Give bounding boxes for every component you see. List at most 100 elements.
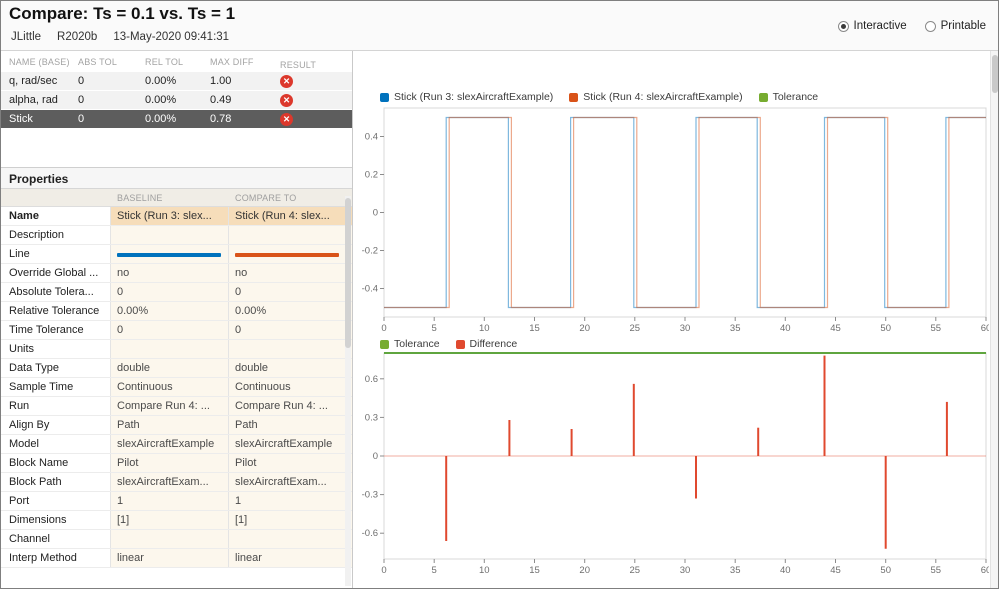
property-label: Relative Tolerance [1,302,111,320]
property-row-block-name: Block Name Pilot Pilot [1,454,352,473]
legend-label: Tolerance [772,91,819,103]
header: Compare: Ts = 0.1 vs. Ts = 1 JLittle R20… [1,1,998,51]
svg-text:0: 0 [373,451,378,462]
svg-text:50: 50 [880,323,891,334]
svg-text:20: 20 [579,323,590,334]
col-max-diff: MAX DIFF [210,57,254,67]
svg-text:-0.6: -0.6 [362,528,378,539]
properties-table: Name Stick (Run 3: slex... Stick (Run 4: s… [1,207,352,568]
radio-option-interactive[interactable]: Interactive [837,20,907,32]
property-value-compare[interactable]: no [229,264,352,282]
property-value-compare[interactable]: 1 [229,492,352,510]
property-value-compare[interactable] [229,226,352,244]
property-value-compare[interactable]: linear [229,549,352,567]
property-value-compare[interactable]: Pilot [229,454,352,472]
svg-text:0: 0 [381,565,386,576]
property-value-compare[interactable]: Continuous [229,378,352,396]
property-value-compare[interactable] [229,245,352,263]
property-value-baseline[interactable]: no [111,264,229,282]
property-row-align-by: Align By Path Path [1,416,352,435]
property-row-description: Description [1,226,352,245]
results-row-stick[interactable]: Stick 0 0.00% 0.78 ✕ [1,110,352,129]
property-value-compare[interactable] [229,340,352,358]
property-value-baseline[interactable]: linear [111,549,229,567]
property-value-compare[interactable]: Path [229,416,352,434]
property-value-baseline[interactable] [111,226,229,244]
legend-item-stick-run-4-slexaircraftexample: Stick (Run 4: slexAircraftExample) [569,91,743,103]
property-value-compare[interactable]: slexAircraftExam... [229,473,352,491]
property-value-compare[interactable]: Stick (Run 4: slex... [229,207,352,225]
property-value-compare[interactable]: 0 [229,321,352,339]
property-row-line: Line [1,245,352,264]
svg-text:-0.2: -0.2 [362,246,378,257]
page-title: Compare: Ts = 0.1 vs. Ts = 1 [9,4,236,23]
property-value-baseline[interactable]: Pilot [111,454,229,472]
property-value-compare[interactable]: [1] [229,511,352,529]
property-row-block-path: Block Path slexAircraftExam... slexAircraf… [1,473,352,492]
property-value-baseline[interactable]: 1 [111,492,229,510]
property-value-baseline[interactable] [111,245,229,263]
property-value-baseline[interactable]: 0 [111,321,229,339]
property-value-baseline[interactable] [111,530,229,548]
properties-section-title: Properties [1,167,352,189]
property-value-compare[interactable]: 0.00% [229,302,352,320]
property-row-data-type: Data Type double double [1,359,352,378]
property-label: Model [1,435,111,453]
svg-text:0: 0 [381,323,386,334]
property-value-baseline[interactable]: 0 [111,283,229,301]
properties-scrollbar[interactable] [345,196,351,586]
property-label: Override Global ... [1,264,111,282]
signals-chart[interactable]: 0 5 10 15 20 25 30 35 40 45 50 55 60 -0.4 -0.2 0 0.2 0.4 [354,103,991,343]
property-value-compare[interactable]: slexAircraftExample [229,435,352,453]
legend-swatch-icon [380,92,389,102]
property-value-baseline[interactable]: 0.00% [111,302,229,320]
property-value-compare[interactable]: double [229,359,352,377]
property-value-compare[interactable]: Compare Run 4: ... [229,397,352,415]
results-row-q-rad-sec[interactable]: q, rad/sec 0 0.00% 1.00 ✕ [1,72,352,91]
property-value-baseline[interactable]: [1] [111,511,229,529]
property-value-baseline[interactable]: Compare Run 4: ... [111,397,229,415]
svg-text:-0.3: -0.3 [362,490,378,501]
legend-item-tolerance: Tolerance [758,91,819,103]
svg-text:55: 55 [931,565,942,576]
property-label: Absolute Tolera... [1,283,111,301]
difference-chart[interactable]: 0 5 10 15 20 25 30 35 40 45 50 55 60 -0.6 -0.3 0 0.3 0.6 [354,348,991,585]
property-row-override-global: Override Global ... no no [1,264,352,283]
svg-text:25: 25 [630,323,641,334]
property-value-baseline[interactable] [111,340,229,358]
radio-interactive-icon[interactable] [837,20,849,32]
property-value-baseline[interactable]: slexAircraftExample [111,435,229,453]
abs-tol-value: 0 [78,113,85,125]
property-value-baseline[interactable]: Path [111,416,229,434]
property-label: Interp Method [1,549,111,567]
property-row-sample-time: Sample Time Continuous Continuous [1,378,352,397]
svg-text:0: 0 [373,208,378,219]
scrollbar-thumb[interactable] [992,55,998,93]
property-value-compare[interactable] [229,530,352,548]
svg-text:25: 25 [630,565,641,576]
release-version: R2020b [57,31,98,43]
properties-column-header: BASELINE COMPARE TO [1,189,352,207]
plot-area-scrollbar[interactable] [990,51,998,588]
scrollbar-thumb[interactable] [345,198,351,348]
plot-area: Stick (Run 3: slexAircraftExample) Stick … [354,51,998,588]
legend-label: Stick (Run 3: slexAircraftExample) [394,91,554,103]
max-diff-value: 0.49 [210,94,232,106]
svg-text:35: 35 [730,323,741,334]
radio-option-printable[interactable]: Printable [924,20,986,32]
results-table-header: NAME (BASE) ABS TOL REL TOL MAX DIFF RES… [1,51,352,72]
radio-printable-icon[interactable] [924,20,936,32]
property-value-baseline[interactable]: double [111,359,229,377]
rel-tol-value: 0.00% [145,94,177,106]
property-row-time-tolerance: Time Tolerance 0 0 [1,321,352,340]
results-row-alpha-rad[interactable]: alpha, rad 0 0.00% 0.49 ✕ [1,91,352,110]
svg-text:40: 40 [780,323,791,334]
property-row-run: Run Compare Run 4: ... Compare Run 4: ... [1,397,352,416]
property-value-baseline[interactable]: Stick (Run 3: slex... [111,207,229,225]
col-baseline: BASELINE [117,192,163,203]
property-value-baseline[interactable]: Continuous [111,378,229,396]
property-value-compare[interactable]: 0 [229,283,352,301]
property-value-baseline[interactable]: slexAircraftExam... [111,473,229,491]
property-label: Units [1,340,111,358]
svg-text:30: 30 [680,565,691,576]
